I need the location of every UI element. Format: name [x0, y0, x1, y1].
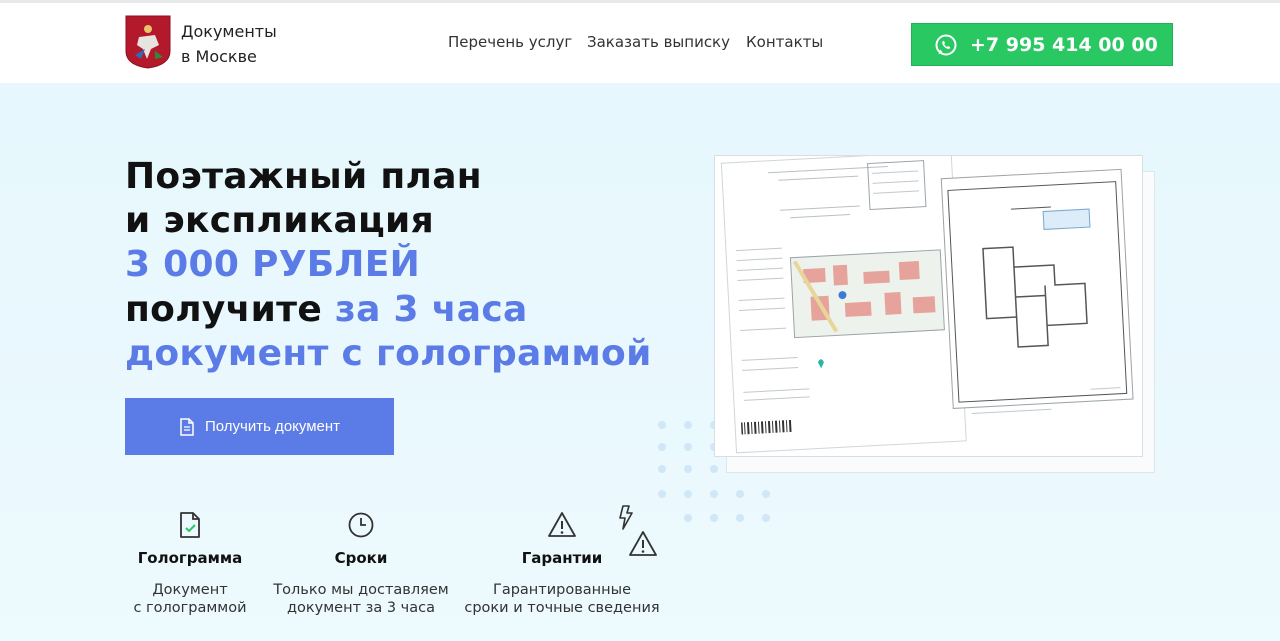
brand-name[interactable]: Документы в Москве: [181, 19, 277, 69]
hero-title-line-1: Поэтажный план: [125, 156, 482, 197]
feature-deadlines-title: Сроки: [334, 549, 388, 567]
feature-hologram-desc-line-1: Документ: [152, 582, 228, 598]
brand-line-1: Документы: [181, 22, 277, 41]
get-document-button[interactable]: Получить документ: [125, 398, 394, 455]
moscow-coat-of-arms-logo[interactable]: [125, 15, 171, 69]
nav-contacts-link[interactable]: Контакты: [746, 33, 823, 51]
feature-guarantees-title: Гарантии: [521, 549, 603, 567]
hero-title-line-2: и экспликация: [125, 200, 434, 241]
nav-order-extract-link[interactable]: Заказать выписку: [587, 33, 730, 51]
phone-number: +7 995 414 00 00: [970, 33, 1158, 56]
feature-guarantees-desc-line-1: Гарантированные: [492, 582, 631, 598]
floor-plan-scan: [720, 156, 1134, 454]
document-check-icon: [180, 512, 200, 538]
brand-line-2: в Москве: [181, 47, 257, 66]
feature-deadlines-desc-line-1: Только мы доставляем: [273, 582, 449, 598]
nav-services-link[interactable]: Перечень услуг: [448, 33, 572, 51]
document-preview-image: [714, 155, 1155, 473]
feature-hologram-title: Голограмма: [137, 549, 243, 567]
document-icon: [180, 417, 194, 436]
feature-hologram-desc-line-2: с голограммой: [133, 600, 247, 616]
feature-hologram-desc: Документ с голограммой: [120, 581, 260, 617]
warning-icon: [548, 512, 576, 537]
document-front-sheet: [714, 155, 1143, 457]
phone-whatsapp-button[interactable]: +7 995 414 00 00: [911, 23, 1173, 66]
get-document-label: Получить документ: [204, 418, 341, 435]
hero-line-4-accent: за 3 часа: [334, 289, 528, 330]
whatsapp-icon: [935, 34, 957, 55]
feature-deadlines-desc-line-2: документ за 3 часа: [287, 600, 435, 616]
feature-hologram: Голограмма Документ с голограммой: [120, 511, 260, 617]
feature-deadlines-desc: Только мы доставляем документ за 3 часа: [270, 581, 452, 617]
hero-title-line-4: получите за 3 часа: [125, 288, 528, 332]
feature-guarantees: Гарантии Гарантированные сроки и точные …: [460, 511, 664, 617]
feature-guarantees-desc: Гарантированные сроки и точные сведения: [460, 581, 664, 617]
feature-deadlines: Сроки Только мы доставляем документ за 3…: [270, 511, 452, 617]
clock-icon: [348, 512, 374, 538]
hero-title-line-5: документ с голограммой: [125, 333, 652, 374]
site-header: Документы в Москве Перечень услуг Заказа…: [0, 0, 1280, 83]
hero-line-4-prefix: получите: [125, 289, 335, 330]
feature-guarantees-desc-line-2: сроки и точные сведения: [464, 600, 660, 616]
hero-price: 3 000 РУБЛЕЙ: [125, 244, 421, 285]
